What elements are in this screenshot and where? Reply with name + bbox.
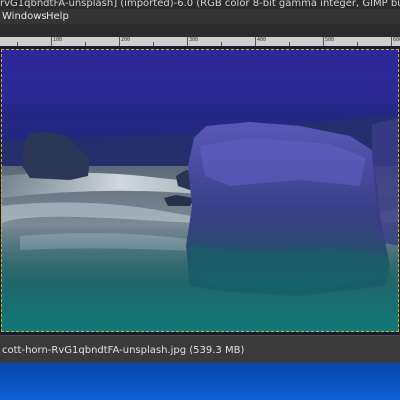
ruler-tick <box>391 37 392 46</box>
canvas-toolstrip <box>0 24 400 37</box>
ruler-label: 300 <box>189 37 199 43</box>
ruler-tick <box>255 37 256 46</box>
status-filename: cott-horn-RvG1qbndtFA-unsplash.jpg (539.… <box>2 345 245 356</box>
menu-help[interactable]: Help <box>46 10 69 23</box>
menubar: Windows Help <box>0 9 400 24</box>
ruler-label: 100 <box>53 37 63 43</box>
ruler-tick <box>119 37 120 46</box>
ruler-label: 500 <box>325 37 335 43</box>
ruler-tick <box>51 37 52 46</box>
desktop-background <box>0 363 400 400</box>
window-title: rvG1qbndtFA-unsplash] (imported)-6.0 (RG… <box>0 0 400 9</box>
ruler-label: 600 <box>393 37 400 43</box>
image-canvas[interactable] <box>0 46 400 335</box>
statusbar: cott-horn-RvG1qbndtFA-unsplash.jpg (539.… <box>0 335 400 364</box>
menu-windows[interactable]: Windows <box>2 10 47 23</box>
canvas-image <box>0 46 400 335</box>
ruler-tick <box>187 37 188 46</box>
window-titlebar: rvG1qbndtFA-unsplash] (imported)-6.0 (RG… <box>0 0 400 9</box>
ruler-label: 200 <box>121 37 131 43</box>
ruler-label: 400 <box>257 37 267 43</box>
ruler-tick <box>323 37 324 46</box>
